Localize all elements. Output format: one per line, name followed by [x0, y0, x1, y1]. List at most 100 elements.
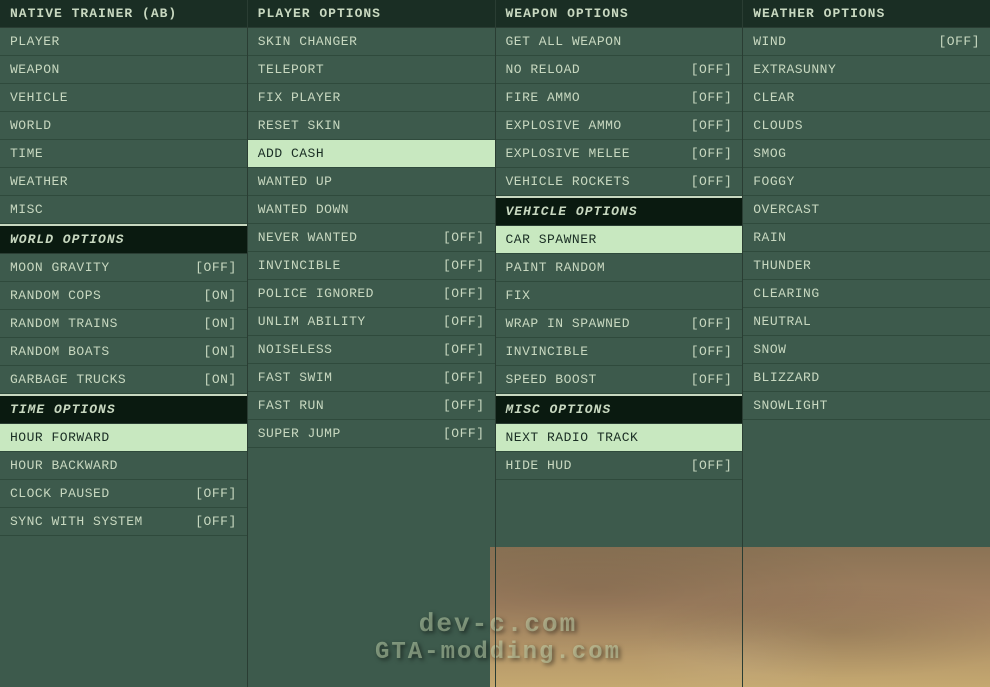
menu-item-weather[interactable]: WEATHER — [0, 168, 247, 196]
menu-item-unlim-ability[interactable]: UNLIM ABILITY[OFF] — [248, 308, 495, 336]
menu-item-police-ignored[interactable]: POLICE IGNORED[OFF] — [248, 280, 495, 308]
menu-item-blizzard[interactable]: BLIZZARD — [743, 364, 990, 392]
item-label: NEVER WANTED — [258, 230, 435, 245]
menu-item-snowlight[interactable]: SNOWLIGHT — [743, 392, 990, 420]
item-label: EXPLOSIVE AMMO — [506, 118, 683, 133]
item-label: WRAP IN SPAWNED — [506, 316, 683, 331]
menu-item-extrasunny[interactable]: EXTRASUNNY — [743, 56, 990, 84]
menu-item-fix-player[interactable]: FIX PLAYER — [248, 84, 495, 112]
item-label: WEAPON — [10, 62, 237, 77]
menu-item-invincible[interactable]: INVINCIBLE[OFF] — [496, 338, 743, 366]
menu-item-overcast[interactable]: OVERCAST — [743, 196, 990, 224]
item-value: [ON] — [204, 288, 237, 303]
column-col1: NATIVE TRAINER (AB)PLAYERWEAPONVEHICLEWO… — [0, 0, 248, 687]
menu-item-sync-with-system[interactable]: SYNC WITH SYSTEM[OFF] — [0, 508, 247, 536]
item-label: FAST RUN — [258, 398, 435, 413]
menu-item-clouds[interactable]: CLOUDS — [743, 112, 990, 140]
item-label: SKIN CHANGER — [258, 34, 485, 49]
menu-item-fire-ammo[interactable]: FIRE AMMO [OFF] — [496, 84, 743, 112]
item-label: PLAYER — [10, 34, 237, 49]
item-value: [OFF] — [691, 458, 733, 473]
menu-item-no-reload[interactable]: NO RELOAD[OFF] — [496, 56, 743, 84]
menu-item-hide-hud[interactable]: HIDE HUD [OFF] — [496, 452, 743, 480]
menu-item-random-boats[interactable]: RANDOM BOATS[ON] — [0, 338, 247, 366]
menu-item-vehicle-rockets[interactable]: VEHICLE ROCKETS[OFF] — [496, 168, 743, 196]
menu-item-misc[interactable]: MISC — [0, 196, 247, 224]
menu-item-hour-backward[interactable]: HOUR BACKWARD — [0, 452, 247, 480]
menu-item-weapon[interactable]: WEAPON — [0, 56, 247, 84]
menu-item-clearing[interactable]: CLEARING — [743, 280, 990, 308]
item-label: INVINCIBLE — [258, 258, 435, 273]
menu-item-garbage-trucks[interactable]: GARBAGE TRUCKS[ON] — [0, 366, 247, 394]
item-value: [OFF] — [443, 314, 485, 329]
menu-item-neutral[interactable]: NEUTRAL — [743, 308, 990, 336]
menu-item-random-trains[interactable]: RANDOM TRAINS[ON] — [0, 310, 247, 338]
menu-item-explosive-ammo[interactable]: EXPLOSIVE AMMO [OFF] — [496, 112, 743, 140]
menu-container: NATIVE TRAINER (AB)PLAYERWEAPONVEHICLEWO… — [0, 0, 990, 687]
menu-item-vehicle[interactable]: VEHICLE — [0, 84, 247, 112]
menu-item-random-cops[interactable]: RANDOM COPS [ON] — [0, 282, 247, 310]
item-label: SNOW — [753, 342, 980, 357]
item-label: WORLD — [10, 118, 237, 133]
menu-item-paint-random[interactable]: PAINT RANDOM — [496, 254, 743, 282]
menu-item-speed-boost[interactable]: SPEED BOOST [OFF] — [496, 366, 743, 394]
item-value: [OFF] — [443, 230, 485, 245]
item-label: TELEPORT — [258, 62, 485, 77]
menu-item-fast-run[interactable]: FAST RUN[OFF] — [248, 392, 495, 420]
menu-item-reset-skin[interactable]: RESET SKIN — [248, 112, 495, 140]
section-header-time-options: TIME OPTIONS — [0, 394, 247, 424]
menu-item-clear[interactable]: CLEAR — [743, 84, 990, 112]
item-label: MISC — [10, 202, 237, 217]
menu-item-explosive-melee[interactable]: EXPLOSIVE MELEE[OFF] — [496, 140, 743, 168]
menu-item-wanted-down[interactable]: WANTED DOWN — [248, 196, 495, 224]
menu-item-foggy[interactable]: FOGGY — [743, 168, 990, 196]
menu-item-world[interactable]: WORLD — [0, 112, 247, 140]
item-label: FIRE AMMO — [506, 90, 683, 105]
item-value: [OFF] — [691, 90, 733, 105]
menu-item-get-all-weapon[interactable]: GET ALL WEAPON — [496, 28, 743, 56]
menu-item-wrap-in-spawned[interactable]: WRAP IN SPAWNED [OFF] — [496, 310, 743, 338]
item-label: SPEED BOOST — [506, 372, 683, 387]
menu-item-skin-changer[interactable]: SKIN CHANGER — [248, 28, 495, 56]
item-label: OVERCAST — [753, 202, 980, 217]
menu-item-wanted-up[interactable]: WANTED UP — [248, 168, 495, 196]
item-value: [OFF] — [691, 372, 733, 387]
menu-item-invincible[interactable]: INVINCIBLE[OFF] — [248, 252, 495, 280]
menu-item-clock-paused[interactable]: CLOCK PAUSED[OFF] — [0, 480, 247, 508]
menu-item-thunder[interactable]: THUNDER — [743, 252, 990, 280]
menu-item-car-spawner[interactable]: CAR SPAWNER — [496, 226, 743, 254]
item-label: RANDOM COPS — [10, 288, 196, 303]
menu-item-player[interactable]: PLAYER — [0, 28, 247, 56]
menu-item-hour-forward[interactable]: HOUR FORWARD — [0, 424, 247, 452]
item-value: [OFF] — [691, 146, 733, 161]
menu-item-snow[interactable]: SNOW — [743, 336, 990, 364]
item-value: [OFF] — [691, 118, 733, 133]
menu-item-noiseless[interactable]: NOISELESS[OFF] — [248, 336, 495, 364]
menu-item-smog[interactable]: SMOG — [743, 140, 990, 168]
menu-item-fast-swim[interactable]: FAST SWIM[OFF] — [248, 364, 495, 392]
menu-item-never-wanted[interactable]: NEVER WANTED [OFF] — [248, 224, 495, 252]
menu-item-fix[interactable]: FIX — [496, 282, 743, 310]
item-label: WANTED UP — [258, 174, 485, 189]
menu-item-next-radio-track[interactable]: NEXT RADIO TRACK — [496, 424, 743, 452]
menu-item-wind[interactable]: WIND[OFF] — [743, 28, 990, 56]
item-label: EXTRASUNNY — [753, 62, 980, 77]
menu-item-time[interactable]: TIME — [0, 140, 247, 168]
item-value: [ON] — [204, 372, 237, 387]
item-value: [OFF] — [691, 316, 733, 331]
column-col2: PLAYER OPTIONSSKIN CHANGERTELEPORTFIX PL… — [248, 0, 496, 687]
menu-item-super-jump[interactable]: SUPER JUMP[OFF] — [248, 420, 495, 448]
item-label: SMOG — [753, 146, 980, 161]
menu-item-teleport[interactable]: TELEPORT — [248, 56, 495, 84]
column-col4: WEATHER OPTIONSWIND[OFF]EXTRASUNNYCLEARC… — [743, 0, 990, 687]
item-label: POLICE IGNORED — [258, 286, 435, 301]
item-label: HOUR FORWARD — [10, 430, 237, 445]
item-value: [OFF] — [443, 342, 485, 357]
item-label: BLIZZARD — [753, 370, 980, 385]
item-label: WIND — [753, 34, 930, 49]
item-label: HIDE HUD — [506, 458, 683, 473]
menu-item-rain[interactable]: RAIN — [743, 224, 990, 252]
item-label: SNOWLIGHT — [753, 398, 980, 413]
menu-item-moon-gravity[interactable]: MOON GRAVITY[OFF] — [0, 254, 247, 282]
menu-item-add-cash[interactable]: ADD CASH — [248, 140, 495, 168]
